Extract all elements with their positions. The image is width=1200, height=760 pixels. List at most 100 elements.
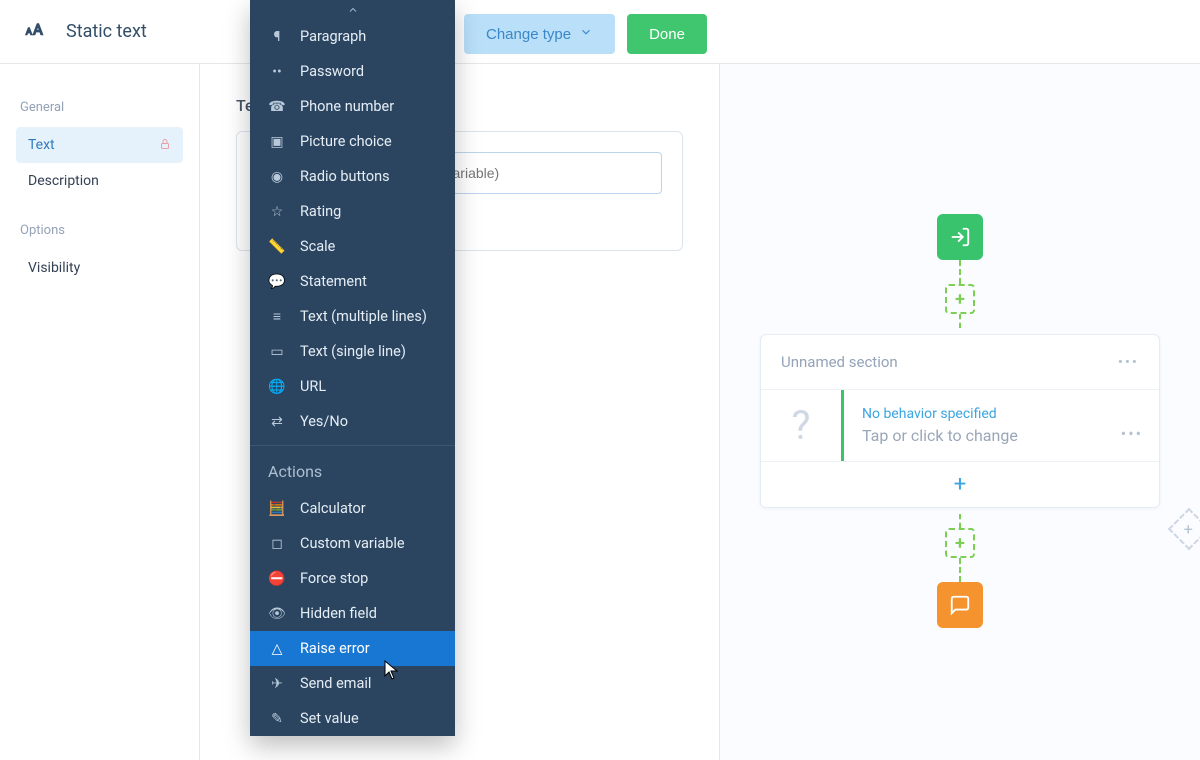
dropdown-item-hidden-field[interactable]: 👁 Hidden field — [250, 596, 455, 631]
dropdown-item-paragraph[interactable]: ¶ Paragraph — [250, 19, 455, 54]
mouse-cursor — [384, 660, 400, 684]
flow-add-after[interactable]: + — [945, 528, 975, 558]
dropdown-item-label: Force stop — [300, 570, 368, 587]
dropdown-item-label: Password — [300, 63, 364, 80]
svg-text:A: A — [26, 27, 32, 37]
change-type-label: Change type — [486, 26, 571, 43]
dropdown-item-phone-number[interactable]: ☎ Phone number — [250, 89, 455, 124]
flow-card-header[interactable]: Unnamed section ••• — [761, 335, 1159, 390]
dropdown-item-label: Scale — [300, 238, 335, 255]
url-icon: 🌐 — [268, 379, 286, 395]
send-icon: ✈ — [268, 676, 286, 692]
dropdown-item-text-multiple-lines-[interactable]: ≡ Text (multiple lines) — [250, 299, 455, 334]
dropdown-item-label: URL — [300, 378, 326, 395]
dropdown-item-label: Radio buttons — [300, 168, 390, 185]
picture-icon: ▣ — [268, 134, 286, 150]
hidden-icon: 👁 — [268, 606, 286, 622]
sidebar-item-visibility[interactable]: Visibility — [16, 250, 183, 286]
singleline-icon: ▭ — [268, 344, 286, 360]
dropdown-item-label: Yes/No — [300, 413, 348, 430]
dropdown-item-label: Raise error — [300, 640, 370, 657]
flow-start-node[interactable] — [937, 214, 983, 260]
dropdown-item-label: Hidden field — [300, 605, 377, 622]
warning-icon: △ — [268, 641, 286, 657]
dropdown-item-password[interactable]: •• Password — [250, 54, 455, 89]
star-icon: ☆ — [268, 204, 286, 220]
dropdown-item-calculator[interactable]: 🧮 Calculator — [250, 491, 455, 526]
flow-canvas: + Unnamed section ••• ? No behavior spec… — [720, 64, 1200, 760]
flow-section-title: Unnamed section — [781, 353, 898, 371]
settings-sidebar: General Text Description Options Visibil… — [0, 64, 200, 760]
dropdown-item-label: Calculator — [300, 500, 366, 517]
flow-behavior-hint: Tap or click to change — [862, 426, 1141, 445]
tag-icon: ◻ — [268, 536, 286, 552]
flow-end-node[interactable] — [937, 582, 983, 628]
dropdown-item-custom-variable[interactable]: ◻ Custom variable — [250, 526, 455, 561]
statement-icon: 💬 — [268, 274, 286, 290]
radio-icon: ◉ — [268, 169, 286, 185]
dropdown-item-label: Set value — [300, 710, 359, 727]
change-type-button[interactable]: Change type — [464, 14, 615, 54]
svg-text:A: A — [33, 20, 43, 38]
flow-card-body[interactable]: ? No behavior specified Tap or click to … — [761, 390, 1159, 461]
sidebar-item-label: Description — [28, 173, 99, 189]
password-icon: •• — [268, 64, 286, 80]
more-icon[interactable]: ••• — [1118, 353, 1139, 371]
sidebar-item-description[interactable]: Description — [16, 163, 183, 199]
dropdown-item-statement[interactable]: 💬 Statement — [250, 264, 455, 299]
dropdown-item-label: Statement — [300, 273, 367, 290]
dropdown-item-url[interactable]: 🌐 URL — [250, 369, 455, 404]
yesno-icon: ⇄ — [268, 414, 286, 430]
dropdown-item-label: Custom variable — [300, 535, 405, 552]
dropdown-item-set-value[interactable]: ✎ Set value — [250, 701, 455, 736]
dropdown-item-picture-choice[interactable]: ▣ Picture choice — [250, 124, 455, 159]
header-action-buttons: Change type Done — [464, 14, 707, 54]
sidebar-item-label: Visibility — [28, 260, 80, 276]
flow-behavior-status: No behavior specified — [862, 406, 1141, 422]
calculator-icon: 🧮 — [268, 501, 286, 517]
change-type-dropdown: ¶ Paragraph •• Password ☎ Phone number ▣ Pictur… — [250, 0, 455, 736]
dropdown-item-label: Send email — [300, 675, 371, 692]
dropdown-item-label: Text (single line) — [300, 343, 406, 360]
stop-icon: ⛔ — [268, 571, 286, 587]
flow-add-branch[interactable]: + — [1168, 508, 1200, 550]
dropdown-item-label: Phone number — [300, 98, 394, 115]
question-icon: ? — [761, 390, 841, 461]
static-text-icon: AA — [24, 19, 46, 45]
dropdown-item-label: Rating — [300, 203, 341, 220]
sidebar-group-options: Options — [20, 223, 179, 238]
done-label: Done — [649, 26, 685, 43]
multiline-icon: ≡ — [268, 308, 286, 325]
flow-connector — [959, 314, 961, 328]
scroll-up-icon[interactable] — [250, 0, 455, 19]
flow-section-card: Unnamed section ••• ? No behavior specif… — [760, 334, 1160, 508]
dropdown-actions-title: Actions — [250, 445, 455, 491]
paragraph-icon: ¶ — [268, 29, 286, 45]
flow-add-inside[interactable]: + — [761, 461, 1159, 507]
setvalue-icon: ✎ — [268, 711, 286, 727]
flow-connector — [959, 514, 961, 528]
dropdown-item-send-email[interactable]: ✈ Send email — [250, 666, 455, 701]
done-button[interactable]: Done — [627, 14, 707, 54]
scale-icon: 📏 — [268, 239, 286, 255]
flow-add-before[interactable]: + — [945, 284, 975, 314]
dropdown-item-raise-error[interactable]: △ Raise error — [250, 631, 455, 666]
dropdown-item-force-stop[interactable]: ⛔ Force stop — [250, 561, 455, 596]
sidebar-item-text[interactable]: Text — [16, 127, 183, 163]
dropdown-item-label: Picture choice — [300, 133, 392, 150]
lock-icon — [159, 138, 171, 153]
sidebar-item-label: Text — [28, 137, 55, 153]
dropdown-item-yes-no[interactable]: ⇄ Yes/No — [250, 404, 455, 439]
dropdown-item-label: Paragraph — [300, 28, 366, 45]
dropdown-item-label: Text (multiple lines) — [300, 308, 427, 325]
page-title: Static text — [66, 21, 147, 42]
phone-icon: ☎ — [268, 99, 286, 115]
more-icon[interactable]: ••• — [1121, 424, 1143, 443]
dropdown-item-rating[interactable]: ☆ Rating — [250, 194, 455, 229]
sidebar-group-general: General — [20, 100, 179, 115]
flow-connector — [959, 260, 961, 284]
dropdown-item-text-single-line-[interactable]: ▭ Text (single line) — [250, 334, 455, 369]
dropdown-item-radio-buttons[interactable]: ◉ Radio buttons — [250, 159, 455, 194]
chevron-down-icon — [579, 25, 593, 43]
dropdown-item-scale[interactable]: 📏 Scale — [250, 229, 455, 264]
